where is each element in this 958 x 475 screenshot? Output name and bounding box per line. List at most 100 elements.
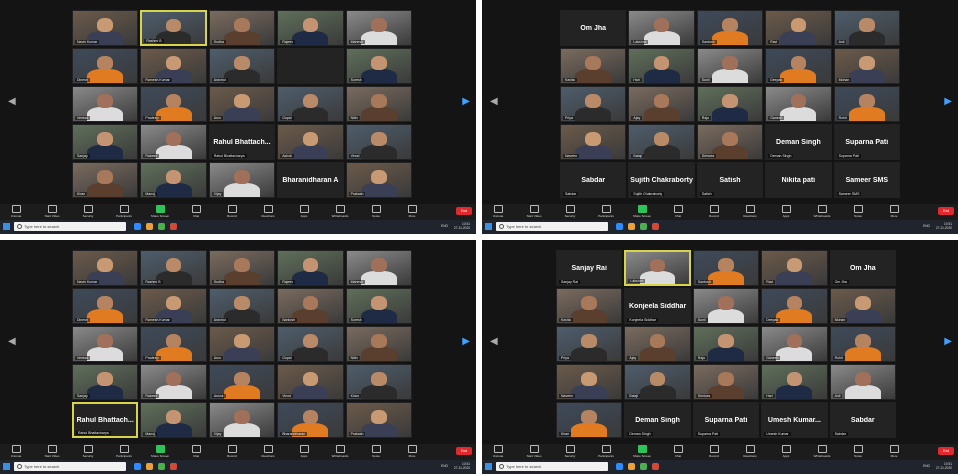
participant-tile[interactable]: Aravind <box>208 48 276 84</box>
participant-tile[interactable]: Srinivas <box>696 124 764 160</box>
participant-tile[interactable]: Hari <box>628 48 695 84</box>
participant-tile[interactable]: Deepak <box>765 48 832 84</box>
toolbar-button-whiteboards[interactable]: Whiteboards <box>812 205 832 218</box>
toolbar-button-reactions[interactable]: Reactions <box>740 205 760 218</box>
zoom-app-icon[interactable] <box>616 223 623 230</box>
participant-tile[interactable]: Vijay <box>208 402 276 438</box>
toolbar-button-security[interactable]: Security <box>560 445 580 458</box>
prev-page-icon[interactable]: ◀ <box>490 96 498 107</box>
participant-tile[interactable]: Gopal <box>277 86 344 122</box>
chrome-icon[interactable] <box>158 463 165 470</box>
participant-tile[interactable]: Raju <box>696 86 764 122</box>
system-clock[interactable]: 10:51 27-11-2020 <box>936 462 952 470</box>
participant-tile[interactable]: Sabdar Sabdar <box>829 402 896 438</box>
zoom-app-icon[interactable] <box>134 463 141 470</box>
participant-tile[interactable]: Venkat <box>72 86 139 122</box>
participant-tile[interactable]: Sujith Chakraborty Sujith Chakraborty <box>628 162 695 198</box>
participant-tile[interactable]: Ajay <box>628 86 695 122</box>
participant-tile[interactable]: Rashmi B <box>140 10 207 46</box>
participant-tile[interactable]: Kiran <box>345 364 412 400</box>
participant-tile[interactable]: Prakash <box>345 402 412 438</box>
participant-tile[interactable]: Ramesh Kumar <box>140 288 207 324</box>
participant-tile[interactable]: Rahul Bhattach... Rahul Bhattacharya <box>208 124 276 160</box>
toolbar-button-chat[interactable]: Chat <box>668 445 688 458</box>
toolbar-button-record[interactable]: Record <box>704 445 724 458</box>
toolbar-button-security[interactable]: Security <box>560 205 580 218</box>
participant-tile[interactable]: Rahul Bhattach... Rahul Bhattacharya <box>72 402 139 438</box>
participant-tile[interactable] <box>277 48 344 84</box>
participant-tile[interactable]: Deepak <box>761 288 828 324</box>
next-page-icon[interactable]: ▶ <box>944 96 952 107</box>
participant-tile[interactable]: Mohan <box>829 288 896 324</box>
participant-tile[interactable]: Santosh <box>696 10 764 46</box>
participant-tile[interactable]: Rashmi B <box>140 250 207 286</box>
participant-tile[interactable]: Pradeep <box>140 326 207 362</box>
participant-tile[interactable]: Manoj <box>140 162 207 198</box>
participant-tile[interactable]: Mohan <box>833 48 900 84</box>
language-indicator[interactable]: ENG <box>923 464 930 468</box>
participant-tile[interactable]: Naveen <box>556 364 623 400</box>
toolbar-button-share-screen[interactable]: Share Screen <box>632 445 652 458</box>
toolbar-button-apps[interactable]: Apps <box>776 445 796 458</box>
file-explorer-icon[interactable] <box>628 223 635 230</box>
toolbar-button-more[interactable]: More <box>884 445 904 458</box>
toolbar-button-security[interactable]: Security <box>78 445 98 458</box>
chrome-icon[interactable] <box>158 223 165 230</box>
participant-tile[interactable]: Nitin <box>345 86 412 122</box>
office-icon[interactable] <box>170 463 177 470</box>
participant-tile[interactable]: Rohit <box>829 326 896 362</box>
toolbar-button-whiteboards[interactable]: Whiteboards <box>330 445 350 458</box>
participant-tile[interactable]: Raju <box>692 326 760 362</box>
prev-page-icon[interactable]: ◀ <box>8 96 16 107</box>
file-explorer-icon[interactable] <box>146 223 153 230</box>
system-clock[interactable]: 10:51 27-11-2020 <box>454 462 470 470</box>
participant-tile[interactable]: Sanjay Rai Sanjay Rai <box>556 250 623 286</box>
participant-tile[interactable]: Kavita <box>560 48 627 84</box>
participant-tile[interactable]: Sunil <box>692 288 760 324</box>
taskbar-search-input[interactable]: Type here to search <box>14 462 126 471</box>
participant-tile[interactable]: Sabdar Sabdar <box>560 162 627 198</box>
participant-tile[interactable]: Vinod <box>345 124 412 160</box>
toolbar-button-notes[interactable]: Notes <box>848 205 868 218</box>
next-page-icon[interactable]: ▶ <box>944 336 952 347</box>
toolbar-button-security[interactable]: Security <box>78 205 98 218</box>
participant-tile[interactable]: Nitin <box>345 326 412 362</box>
toolbar-button-more[interactable]: More <box>884 205 904 218</box>
participant-tile[interactable]: Dinesh <box>72 288 139 324</box>
toolbar-button-chat[interactable]: Chat <box>186 205 206 218</box>
toolbar-button-apps[interactable]: Apps <box>294 445 314 458</box>
toolbar-button-start-video[interactable]: Start Video <box>524 445 544 458</box>
participant-tile[interactable]: Sanjay <box>72 364 139 400</box>
participant-tile[interactable]: Ganesh <box>761 326 828 362</box>
participant-tile[interactable]: Rajeev <box>277 250 344 286</box>
toolbar-button-chat[interactable]: Chat <box>186 445 206 458</box>
toolbar-button-unmute[interactable]: Unmute <box>6 205 26 218</box>
toolbar-button-record[interactable]: Record <box>222 445 242 458</box>
participant-tile[interactable]: Priya <box>560 86 627 122</box>
participant-tile[interactable]: Pradeep <box>140 86 207 122</box>
taskbar-search-input[interactable]: Type here to search <box>496 222 608 231</box>
toolbar-button-share-screen[interactable]: Share Screen <box>632 205 652 218</box>
participant-tile[interactable]: Balaji <box>628 124 695 160</box>
participant-tile[interactable]: Rohit <box>833 86 900 122</box>
participant-tile[interactable]: Sudha <box>208 250 276 286</box>
participant-tile[interactable]: Navin Kumar <box>72 250 139 286</box>
toolbar-button-more[interactable]: More <box>402 205 422 218</box>
toolbar-button-whiteboards[interactable]: Whiteboards <box>812 445 832 458</box>
participant-tile[interactable]: Ravi <box>765 10 832 46</box>
participant-tile[interactable]: Mahesh <box>345 250 412 286</box>
participant-tile[interactable]: Arun <box>208 86 276 122</box>
participant-tile[interactable]: Santosh <box>692 250 760 286</box>
participant-tile[interactable]: Balaji <box>624 364 691 400</box>
participant-tile[interactable]: Sameer SMS Sameer SMS <box>833 162 900 198</box>
toolbar-button-reactions[interactable]: Reactions <box>258 205 278 218</box>
participant-tile[interactable]: Om Jha Om Jha <box>829 250 896 286</box>
participant-tile[interactable]: Lakshmi <box>628 10 695 46</box>
toolbar-button-share-screen[interactable]: Share Screen <box>150 205 170 218</box>
participant-tile[interactable]: Dinesh <box>72 48 139 84</box>
toolbar-button-whiteboards[interactable]: Whiteboards <box>330 205 350 218</box>
windows-start-icon[interactable] <box>3 223 10 230</box>
participant-tile[interactable]: Anil <box>833 10 900 46</box>
toolbar-button-notes[interactable]: Notes <box>848 445 868 458</box>
toolbar-button-reactions[interactable]: Reactions <box>258 445 278 458</box>
